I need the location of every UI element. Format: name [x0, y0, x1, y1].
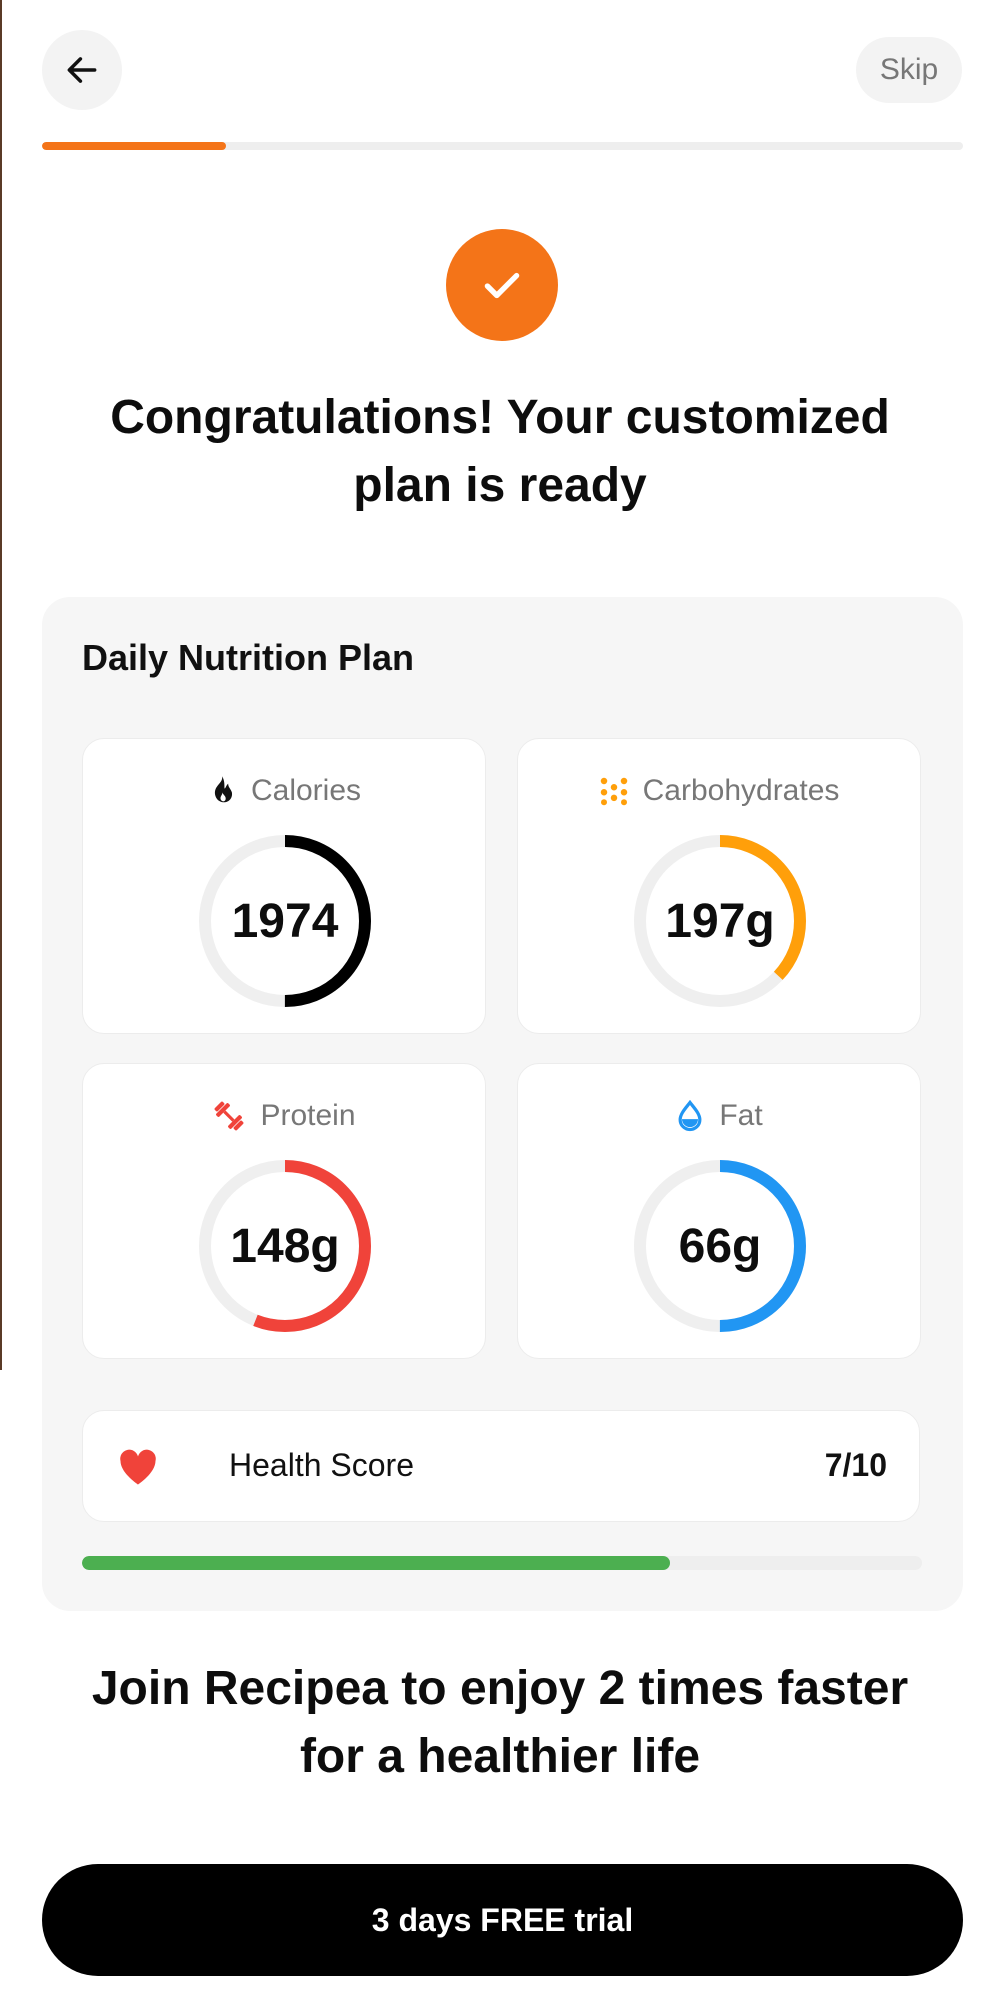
health-score-label: Health Score — [229, 1447, 414, 1483]
free-trial-button[interactable]: 3 days FREE trial — [42, 1864, 963, 1976]
promo-tagline-line-2: for a healthier life — [299, 1730, 701, 1783]
health-score-row: Health Score 7/10 — [82, 1410, 920, 1522]
macro-label: Protein — [260, 1099, 356, 1132]
onboarding-progress-fill — [42, 142, 227, 150]
arrow-left-icon — [67, 57, 97, 83]
success-badge — [446, 229, 558, 341]
macro-label: Carbohydrates — [642, 774, 840, 807]
macro-value: 1974 — [231, 894, 339, 948]
skip-button[interactable]: Skip — [856, 37, 962, 103]
onboarding-progress-bar — [42, 142, 963, 150]
nutrition-plan-card: Daily Nutrition Plan Calories 1974 Carbo… — [42, 597, 963, 1611]
checkmark-icon — [484, 272, 520, 299]
water-drop-icon — [678, 1100, 702, 1132]
macro-value: 148g — [230, 1219, 340, 1273]
macro-value: 66g — [678, 1219, 762, 1273]
flame-icon — [214, 776, 233, 803]
macro-value: 197g — [665, 894, 775, 948]
macro-card-fat: Fat 66g — [517, 1063, 921, 1359]
macro-card-protein: Protein 148g — [82, 1063, 486, 1359]
macro-card-carbohydrates: Carbohydrates 197g — [517, 738, 921, 1034]
window-edge — [0, 0, 2, 1370]
promo-tagline: Join Recipea to enjoy 2 times faster for… — [40, 1655, 960, 1791]
page-title-line-2: plan is ready — [353, 459, 647, 512]
macro-label: Fat — [719, 1099, 763, 1132]
promo-tagline-line-1: Join Recipea to enjoy 2 times faster — [91, 1662, 909, 1715]
page-title: Congratulations! Your customized plan is… — [40, 384, 960, 520]
nutrition-plan-title: Daily Nutrition Plan — [82, 637, 415, 678]
health-score-bar — [82, 1556, 922, 1570]
health-score-value: 7/10 — [824, 1447, 887, 1483]
heart-icon — [120, 1449, 156, 1485]
grain-dots-icon — [600, 777, 627, 806]
page-title-line-1: Congratulations! Your customized — [110, 391, 890, 444]
macro-label: Calories — [250, 774, 362, 807]
back-button[interactable] — [42, 30, 122, 110]
macro-card-calories: Calories 1974 — [82, 738, 486, 1034]
dumbbell-icon — [215, 1101, 244, 1131]
health-score-bar-fill — [82, 1556, 670, 1570]
